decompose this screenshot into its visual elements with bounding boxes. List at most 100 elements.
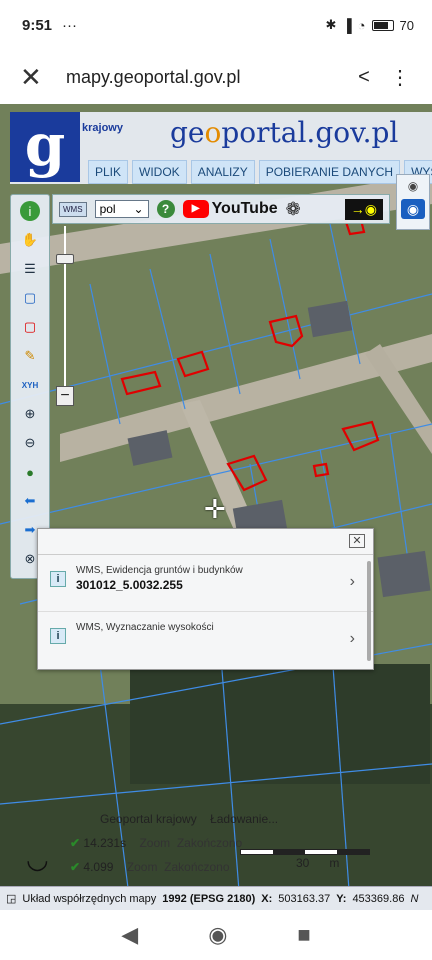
- status-right: ✱ ▐ ◔ 70: [326, 17, 414, 33]
- close-tab-button[interactable]: ✕: [20, 62, 50, 93]
- brand-part: ge: [170, 116, 205, 149]
- popup-header: ✕: [38, 529, 373, 555]
- view-mode-toggle-icon[interactable]: →◉: [344, 198, 383, 220]
- row-title: WMS, Ewidencja gruntów i budynków: [76, 565, 243, 576]
- brand-accent: o: [204, 116, 222, 149]
- status-loading: Ładowanie...: [210, 812, 279, 826]
- select-area-icon[interactable]: ▢: [19, 288, 41, 308]
- menu-plik[interactable]: PLIK: [88, 160, 129, 184]
- chevron-right-icon[interactable]: ›: [350, 573, 355, 591]
- language-select[interactable]: pol ⌄: [94, 200, 149, 218]
- map-tools-toolbar: i ✋ ☰ ▢ ▢ ✎ XYH ⊕ ⊖ ● ⬅ ➡ ⊗: [10, 194, 50, 579]
- zoom-handle[interactable]: [56, 254, 74, 264]
- pan-hand-icon[interactable]: ✋: [19, 230, 41, 250]
- select-parcel-icon[interactable]: ▢: [19, 317, 41, 337]
- popup-row-ewidencja[interactable]: i WMS, Ewidencja gruntów i budynków 3010…: [38, 555, 373, 611]
- eye-small-icon[interactable]: ◉: [397, 179, 429, 193]
- wms-icon[interactable]: WMS: [59, 201, 87, 217]
- help-icon[interactable]: ?: [156, 200, 175, 218]
- status-row-label: Zoom: [126, 860, 158, 874]
- youtube-label: YouTube: [211, 200, 278, 217]
- battery-icon: [371, 19, 394, 31]
- zoom-in-icon[interactable]: ⊕: [19, 404, 41, 424]
- scale-unit: m: [329, 856, 340, 870]
- status-row-time: 14.231s: [83, 836, 127, 850]
- battery-percent: 70: [399, 17, 414, 33]
- x-label: X:: [261, 892, 273, 905]
- signal-icon: ▐: [342, 17, 352, 33]
- status-extra: ···: [62, 16, 78, 34]
- recents-icon[interactable]: ■: [297, 922, 310, 948]
- crosshair-icon: ✛: [204, 494, 226, 524]
- check-icon: ✔: [70, 860, 81, 874]
- close-icon[interactable]: ✕: [349, 534, 365, 548]
- youtube-button[interactable]: ▶ YouTube: [182, 200, 278, 218]
- y-value: 453369.86: [352, 892, 405, 905]
- back-arrow-icon[interactable]: ⬅: [19, 491, 41, 511]
- geoportal-logo[interactable]: g: [10, 112, 80, 182]
- zoom-slider[interactable]: −: [54, 224, 76, 409]
- geoportal-header: g krajowy geoportal.gov.pl PLIK WIDOK AN…: [10, 112, 432, 184]
- map-canvas[interactable]: g krajowy geoportal.gov.pl PLIK WIDOK AN…: [0, 104, 432, 910]
- resize-icon[interactable]: ◲: [6, 892, 16, 905]
- menu-widok[interactable]: WIDOK: [132, 160, 187, 184]
- row-title: WMS, Wyznaczanie wysokości: [76, 622, 214, 633]
- status-row-state: Zakończono: [176, 836, 243, 850]
- browser-url-bar: ✕ mapy.geoportal.gov.pl < ⋮: [0, 50, 432, 104]
- zoom-out-button[interactable]: −: [56, 386, 74, 406]
- pencil-icon[interactable]: ✎: [19, 346, 41, 366]
- coordinates-bar: ◲ Układ współrzędnych mapy 1992 (EPSG 21…: [0, 886, 432, 910]
- main-menu: PLIK WIDOK ANALIZY POBIERANIE DANYCH WYS…: [88, 160, 432, 184]
- info-tool-icon[interactable]: i: [20, 201, 40, 221]
- popup-scrollbar[interactable]: [367, 561, 371, 661]
- visibility-panel: ◉ ◉: [396, 174, 430, 230]
- coord-system-value[interactable]: 1992 (EPSG 2180): [162, 893, 255, 905]
- language-value: pol: [99, 202, 116, 216]
- top-toolbar: WMS pol ⌄ ? ▶ YouTube ❁ →◉: [52, 194, 390, 224]
- coord-system-label: Układ współrzędnych mapy: [22, 892, 157, 905]
- home-icon[interactable]: ◉: [208, 922, 227, 948]
- status-row-label: Zoom: [139, 836, 171, 850]
- loading-status-panel: ◡ Geoportal krajowy Ładowanie... ✔ 14.23…: [10, 810, 432, 882]
- check-icon: ✔: [70, 836, 81, 850]
- scale-label: 30 m: [296, 856, 339, 870]
- status-row-state: Zakończono: [164, 860, 230, 874]
- loading-spinner-icon: ◡: [26, 844, 49, 874]
- legend-list-icon[interactable]: ☰: [19, 259, 41, 279]
- status-row: ✔ 14.231s Zoom Zakończono: [70, 836, 242, 850]
- bluetooth-icon: ✱: [325, 17, 337, 32]
- scale-value: 30: [296, 856, 310, 870]
- zoom-out-icon[interactable]: ⊖: [19, 433, 41, 453]
- system-nav-bar: ◀ ◉ ■: [0, 910, 432, 960]
- chevron-right-icon[interactable]: ›: [350, 630, 355, 648]
- menu-analizy[interactable]: ANALIZY: [190, 160, 255, 184]
- info-icon: i: [50, 628, 66, 644]
- zoom-track: [64, 226, 66, 386]
- youtube-play-icon: ▶: [182, 200, 209, 218]
- status-title: Geoportal krajowy: [100, 812, 197, 826]
- status-title-row: Geoportal krajowy Ładowanie...: [100, 812, 278, 826]
- menu-pobieranie-danych[interactable]: POBIERANIE DANYCH: [258, 160, 401, 184]
- chevron-down-icon: ⌄: [133, 202, 144, 216]
- back-icon[interactable]: ◀: [121, 922, 138, 948]
- y-label: Y:: [336, 892, 347, 905]
- globe-icon[interactable]: ●: [19, 462, 41, 482]
- steering-wheel-icon[interactable]: ❁: [286, 199, 301, 220]
- scale-bar: [240, 849, 370, 855]
- popup-row-wysokosc[interactable]: i WMS, Wyznaczanie wysokości ›: [38, 611, 373, 669]
- status-bar: 9:51 ··· ✱ ▐ ◔ 70: [0, 0, 432, 50]
- feature-info-popup: ✕ i WMS, Ewidencja gruntów i budynków 30…: [37, 528, 374, 670]
- share-button[interactable]: <: [346, 66, 382, 89]
- more-menu-button[interactable]: ⋮: [382, 65, 418, 90]
- brand-name: geoportal.gov.pl: [170, 116, 398, 149]
- xyh-coordinates-icon[interactable]: XYH: [19, 375, 41, 395]
- status-time: 9:51: [22, 16, 53, 34]
- brand-part: portal.gov.pl: [221, 116, 399, 149]
- url-text[interactable]: mapy.geoportal.gov.pl: [66, 67, 346, 88]
- status-row-time: 4.099: [83, 860, 114, 874]
- eye-toggle-icon[interactable]: ◉: [401, 199, 425, 219]
- x-value: 503163.37: [278, 892, 331, 905]
- more-coords[interactable]: N: [410, 893, 418, 905]
- info-icon: i: [50, 571, 66, 587]
- wifi-icon: ◔: [357, 17, 366, 33]
